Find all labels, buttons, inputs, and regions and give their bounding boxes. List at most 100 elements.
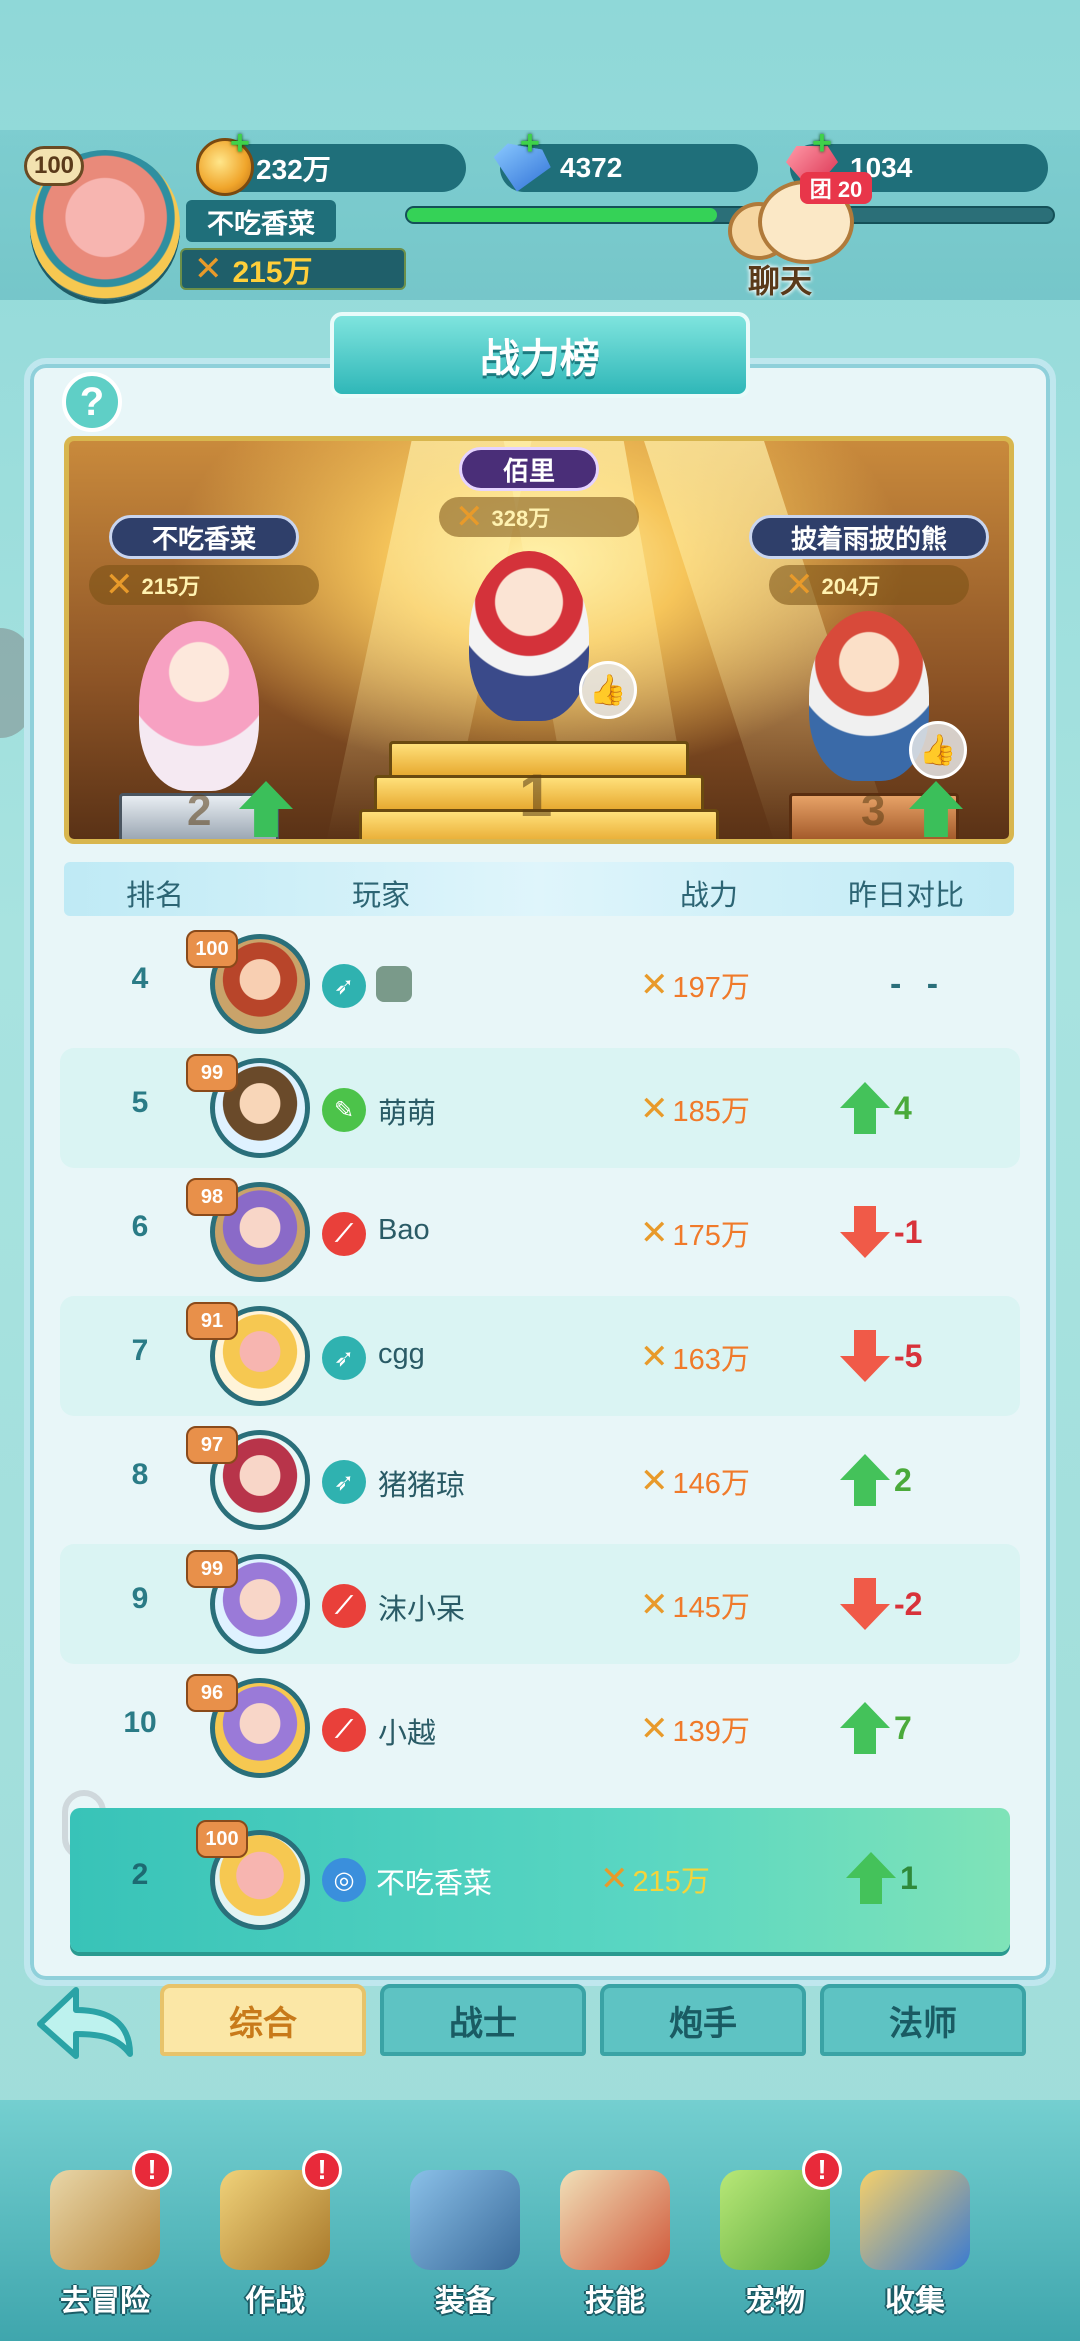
self-rank: 2 (131, 1858, 149, 1891)
chat-label: 聊天 (748, 263, 813, 299)
player-power-value: 215万 (232, 256, 313, 289)
up-arrow-icon (840, 1082, 890, 1134)
podium-number-2: 2 (187, 786, 212, 835)
gold-amount: 232万 (256, 154, 331, 185)
tab-2[interactable]: 战士 (380, 1984, 586, 2056)
like-third-icon[interactable]: 👍 (909, 721, 967, 779)
third-place-power-text: 204万 (821, 574, 881, 599)
table-row[interactable]: 6 98 ⟋ Bao ✕ 175万 -1 (60, 1172, 1020, 1292)
trend-value: 7 (894, 1709, 912, 1746)
trend-indicator: - - (840, 954, 980, 1014)
down-arrow-icon (840, 1206, 890, 1258)
tab-1[interactable]: 综合 (160, 1984, 366, 2056)
nav-skills[interactable]: 技能 (550, 2150, 680, 2320)
add-gem-icon[interactable]: + (520, 126, 546, 160)
crossed-swords-icon: ✕ (785, 566, 814, 604)
nav-label: 宠物 (745, 2285, 805, 2318)
crossed-swords-icon: ✕ (640, 1586, 669, 1624)
tab-4[interactable]: 法师 (820, 1984, 1026, 2056)
self-trend-value: 1 (900, 1859, 918, 1896)
nav-label: 去冒险 (60, 2285, 150, 2318)
table-row[interactable]: 9 99 ⟋ 沫小呆 ✕ 145万 -2 (60, 1544, 1020, 1664)
add-ruby-icon[interactable]: + (812, 126, 838, 160)
nav-label: 收集 (885, 2285, 945, 2318)
player-power: ✕ 197万 (640, 964, 750, 1006)
nav-battle[interactable]: 作战 ! (210, 2150, 342, 2320)
page-title: 战力榜 (330, 312, 750, 398)
nav-pets[interactable]: 宠物 ! (710, 2150, 842, 2320)
tab-3[interactable]: 炮手 (600, 1984, 806, 2056)
nav-label: 装备 (435, 2285, 495, 2318)
chat-button[interactable]: 团 20 聊天 (728, 172, 872, 299)
like-first-icon[interactable]: 👍 (579, 661, 637, 719)
crossed-swords-icon: ✕ (455, 498, 484, 536)
gun-class-icon: ✎ (322, 1088, 366, 1132)
back-button[interactable] (30, 1980, 140, 2066)
first-place-power: ✕ 328万 (439, 497, 639, 537)
player-power-value: 139万 (672, 1716, 750, 1748)
level-badge: 91 (186, 1302, 238, 1340)
self-rank-row[interactable]: 2 100 ◎ 不吃香菜 ✕ 215万 1 (70, 1808, 1010, 1952)
trend-indicator: -1 (840, 1202, 980, 1262)
gem-amount: 4372 (560, 152, 623, 183)
level-badge: 99 (186, 1054, 238, 1092)
level-badge: 96 (186, 1674, 238, 1712)
nav-adventure[interactable]: 去冒险 ! (40, 2150, 172, 2320)
crossed-swords-icon: ✕ (640, 1710, 669, 1748)
player-power-value: 145万 (672, 1592, 750, 1624)
table-row[interactable]: 5 99 ✎ 萌萌 ✕ 185万 4 (60, 1048, 1020, 1168)
second-place-name[interactable]: 不吃香菜 (109, 515, 299, 559)
trend-value: -5 (894, 1337, 923, 1374)
first-place-name-text: 佰里 (502, 455, 555, 486)
col-rank: 排名 (126, 880, 185, 912)
staff-class-icon: ⟋ (322, 1584, 366, 1628)
podium-scene: 佰里 ✕ 328万 👍 1 不吃香菜 ✕ 215万 2 披着雨披的熊 ✕ 204… (64, 436, 1014, 844)
trend-indicator: 4 (840, 1078, 980, 1138)
player-emblem-icon (376, 966, 412, 1002)
help-button[interactable]: ? (62, 372, 122, 432)
down-arrow-icon (840, 1330, 890, 1382)
table-row[interactable]: 10 96 ⟋ 小越 ✕ 139万 7 (60, 1668, 1020, 1788)
collection-icon (860, 2170, 970, 2270)
crossed-swords-icon: ✕ (640, 1338, 669, 1376)
crossed-swords-icon: ✕ (600, 1860, 629, 1898)
equipment-icon (410, 2170, 520, 2270)
level-badge: 99 (186, 1550, 238, 1588)
nav-label: 技能 (585, 2285, 645, 2318)
col-compare: 昨日对比 (848, 880, 965, 912)
table-row[interactable]: 8 97 ➶ 猪猪琼 ✕ 146万 2 (60, 1420, 1020, 1540)
second-place-power: ✕ 215万 (89, 565, 319, 605)
down-arrow-icon (840, 1578, 890, 1630)
crossed-swords-icon: ✕ (640, 1214, 669, 1252)
skills-icon (560, 2170, 670, 2270)
trend-indicator: 2 (840, 1450, 980, 1510)
add-gold-icon[interactable]: + (230, 126, 256, 160)
self-level-badge: 100 (196, 1820, 248, 1858)
player-name: 猪猪琼 (378, 1470, 466, 1502)
player-power-value: 197万 (672, 972, 750, 1004)
nav-equipment[interactable]: 装备 (400, 2150, 530, 2320)
crossed-swords-icon: ✕ (640, 1462, 669, 1500)
back-arrow-icon (37, 1987, 133, 2059)
self-trend: 1 (846, 1848, 986, 1908)
player-power: ✕ 145万 (640, 1584, 750, 1626)
up-arrow-icon (840, 1702, 890, 1754)
alert-icon: ! (302, 2150, 342, 2190)
first-place-name[interactable]: 佰里 (459, 447, 599, 491)
player-name: 萌萌 (378, 1098, 437, 1130)
second-place-character[interactable] (139, 621, 259, 791)
table-row[interactable]: 7 91 ➶ cgg ✕ 163万 -5 (60, 1296, 1020, 1416)
table-row[interactable]: 4 100 ➶ ✕ 197万 - - (60, 924, 1020, 1044)
trend-indicator: 7 (840, 1698, 980, 1758)
crossed-swords-icon: ✕ (105, 566, 134, 604)
player-name: 小越 (378, 1718, 437, 1750)
first-place-character[interactable] (469, 551, 589, 721)
bow-class-icon: ➶ (322, 964, 366, 1008)
third-place-name[interactable]: 披着雨披的熊 (749, 515, 989, 559)
player-name: 沫小呆 (378, 1594, 466, 1626)
trend-value: - - (890, 964, 947, 1003)
nav-collection[interactable]: 收集 (850, 2150, 980, 2320)
second-place-name-text: 不吃香菜 (151, 523, 256, 554)
bow-class-icon: ➶ (322, 1336, 366, 1380)
crossed-swords-icon: ✕ (194, 250, 223, 288)
